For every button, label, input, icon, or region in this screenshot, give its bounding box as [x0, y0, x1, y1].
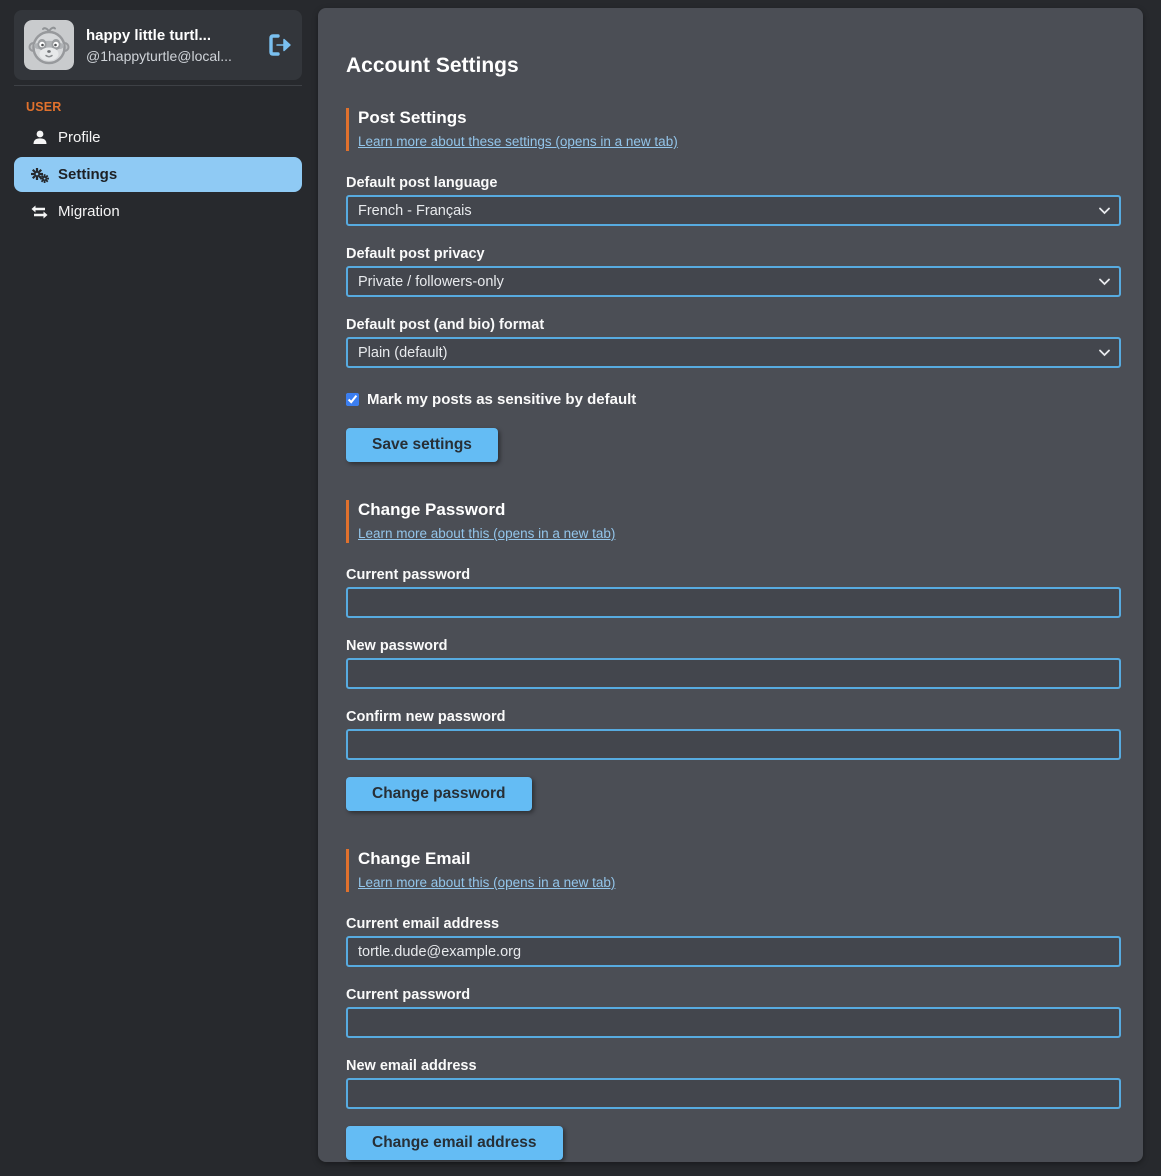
- sidebar-item-profile[interactable]: Profile: [14, 120, 302, 155]
- save-settings-button[interactable]: Save settings: [346, 428, 498, 462]
- change-email-learn-link[interactable]: Learn more about this (opens in a new ta…: [358, 875, 615, 890]
- email-current-password-input[interactable]: [346, 1007, 1121, 1038]
- nav-section-label-user: USER: [26, 100, 302, 114]
- default-post-format-label: Default post (and bio) format: [346, 317, 1121, 333]
- sidebar-item-label: Profile: [58, 129, 101, 146]
- current-email-label: Current email address: [346, 916, 1121, 932]
- account-settings-panel: Account Settings Post Settings Learn mor…: [318, 8, 1143, 1162]
- user-identity: happy little turtl... @1happyturtle@loca…: [86, 27, 256, 64]
- change-email-button[interactable]: Change email address: [346, 1126, 563, 1160]
- user-card[interactable]: happy little turtl... @1happyturtle@loca…: [14, 10, 302, 80]
- transfer-icon: [30, 205, 49, 219]
- default-post-language-label: Default post language: [346, 175, 1121, 191]
- sidebar-item-label: Migration: [58, 203, 120, 220]
- sensitive-default-label: Mark my posts as sensitive by default: [367, 391, 636, 408]
- change-password-button[interactable]: Change password: [346, 777, 532, 811]
- sensitive-default-checkbox[interactable]: [346, 393, 359, 406]
- sidebar-item-migration[interactable]: Migration: [14, 194, 302, 229]
- user-display-name: happy little turtl...: [86, 27, 256, 44]
- post-settings-header: Post Settings Learn more about these set…: [346, 108, 1121, 151]
- sidebar-divider: [14, 85, 302, 86]
- sensitive-default-row: Mark my posts as sensitive by default: [346, 391, 1121, 408]
- new-password-label: New password: [346, 638, 1121, 654]
- sloth-avatar: [24, 20, 74, 70]
- default-post-format-select[interactable]: Plain (default): [346, 337, 1121, 368]
- gears-icon: [30, 167, 49, 183]
- new-email-label: New email address: [346, 1058, 1121, 1074]
- new-email-input[interactable]: [346, 1078, 1121, 1109]
- confirm-new-password-label: Confirm new password: [346, 709, 1121, 725]
- change-password-header: Change Password Learn more about this (o…: [346, 500, 1121, 543]
- sidebar-nav: Profile: [14, 120, 302, 229]
- default-post-privacy-select[interactable]: Private / followers-only: [346, 266, 1121, 297]
- post-settings-heading: Post Settings: [358, 108, 1121, 128]
- page-title: Account Settings: [346, 54, 1121, 78]
- sidebar: happy little turtl... @1happyturtle@loca…: [0, 0, 318, 1176]
- new-password-input[interactable]: [346, 658, 1121, 689]
- default-post-privacy-label: Default post privacy: [346, 246, 1121, 262]
- sign-out-icon[interactable]: [268, 33, 292, 57]
- current-password-label: Current password: [346, 567, 1121, 583]
- sidebar-item-label: Settings: [58, 166, 117, 183]
- current-email-input[interactable]: [346, 936, 1121, 967]
- post-settings-learn-link[interactable]: Learn more about these settings (opens i…: [358, 134, 678, 149]
- email-current-password-label: Current password: [346, 987, 1121, 1003]
- sidebar-item-settings[interactable]: Settings: [14, 157, 302, 192]
- change-email-heading: Change Email: [358, 849, 1121, 869]
- change-password-heading: Change Password: [358, 500, 1121, 520]
- default-post-language-select[interactable]: French - Français: [346, 195, 1121, 226]
- current-password-input[interactable]: [346, 587, 1121, 618]
- confirm-new-password-input[interactable]: [346, 729, 1121, 760]
- user-handle: @1happyturtle@local...: [86, 48, 256, 64]
- change-password-learn-link[interactable]: Learn more about this (opens in a new ta…: [358, 526, 615, 541]
- change-email-header: Change Email Learn more about this (open…: [346, 849, 1121, 892]
- user-icon: [30, 130, 49, 145]
